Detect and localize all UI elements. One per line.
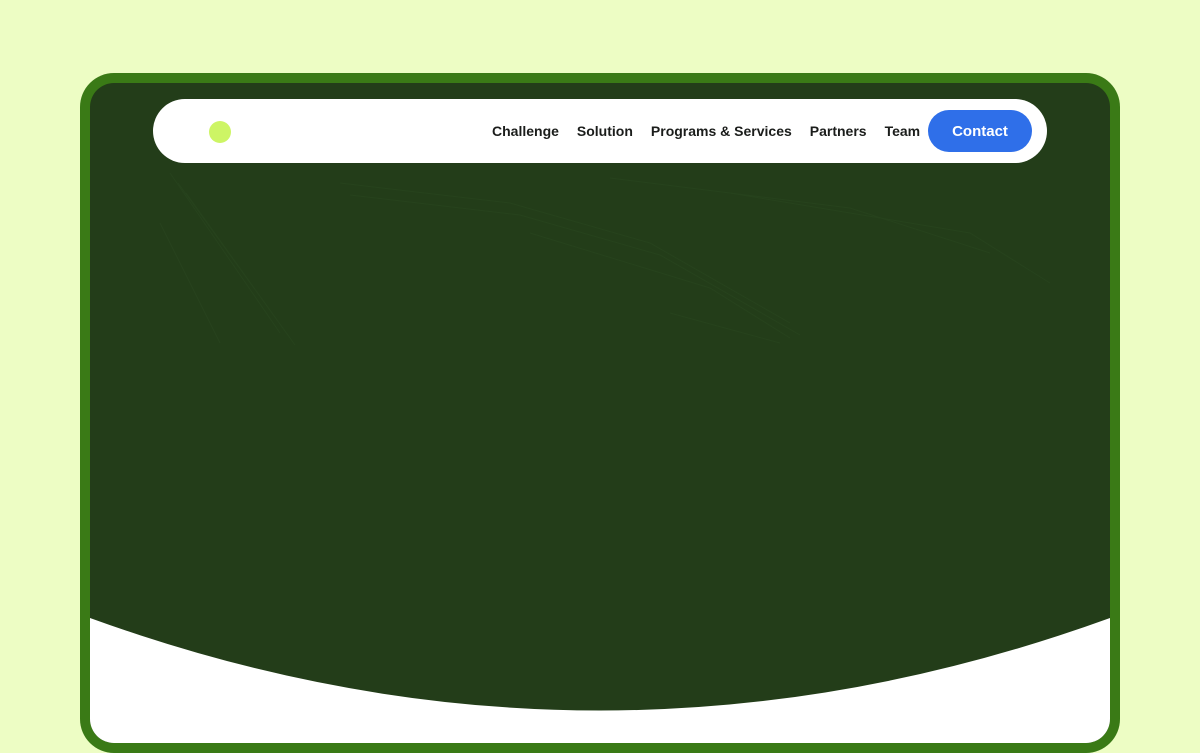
top-navigation-bar: Challenge Solution Programs & Services P… <box>153 99 1047 163</box>
hero-section <box>90 83 1110 743</box>
nav-link-team[interactable]: Team <box>885 123 921 139</box>
hero-bottom-curve <box>90 618 1110 743</box>
contact-button[interactable]: Contact <box>928 110 1032 152</box>
logo-icon[interactable] <box>209 121 231 143</box>
nav-link-challenge[interactable]: Challenge <box>492 123 559 139</box>
nav-link-solution[interactable]: Solution <box>577 123 633 139</box>
nav-link-partners[interactable]: Partners <box>810 123 867 139</box>
nav-links: Challenge Solution Programs & Services P… <box>492 99 920 163</box>
nav-link-programs-services[interactable]: Programs & Services <box>651 123 792 139</box>
